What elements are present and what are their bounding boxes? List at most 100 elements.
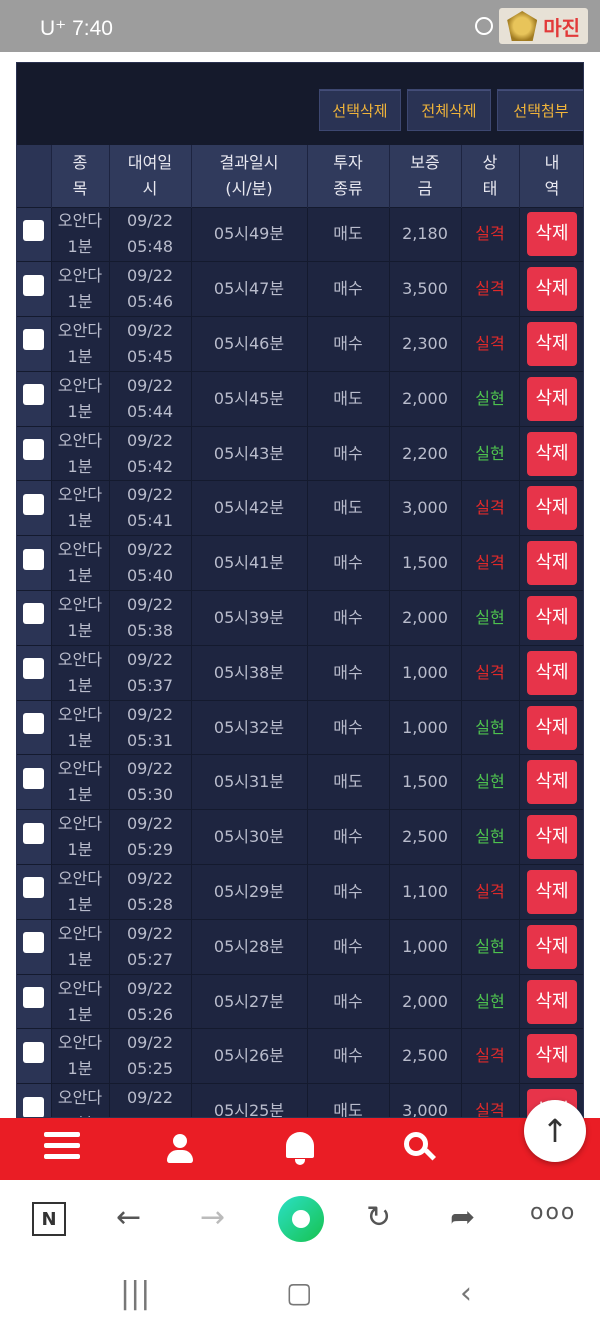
cell-item: 오안다1분: [51, 918, 110, 975]
row-checkbox[interactable]: [23, 384, 45, 406]
cell-detail: 삭제: [519, 206, 583, 262]
cell-status: 실격: [461, 864, 520, 920]
cell-detail: 삭제: [519, 425, 583, 481]
carrier-time: U⁺ 7:40: [40, 17, 113, 40]
row-check-cell: [17, 973, 52, 1029]
table-row: 오안다 1분 09/22 05:28 05시29분 매수 1,100 실격 삭제: [17, 864, 583, 920]
delete-row-button[interactable]: 삭제: [527, 486, 577, 531]
delete-row-button[interactable]: 삭제: [527, 376, 577, 421]
home-icon[interactable]: ▢: [286, 1276, 312, 1309]
row-checkbox[interactable]: [23, 493, 45, 515]
delete-row-button[interactable]: 삭제: [527, 431, 577, 476]
cell-type: 매도: [307, 370, 390, 427]
back-arrow-icon[interactable]: ←: [116, 1200, 141, 1235]
row-checkbox[interactable]: [23, 877, 45, 899]
cell-detail: 삭제: [519, 754, 583, 810]
user-icon[interactable]: [162, 1132, 198, 1166]
row-checkbox[interactable]: [23, 219, 45, 241]
naver-icon[interactable]: N: [32, 1202, 66, 1236]
row-checkbox[interactable]: [23, 767, 45, 789]
cell-type: 매수: [307, 261, 390, 317]
header-check-cell: [17, 145, 52, 207]
delete-row-button[interactable]: 삭제: [527, 924, 577, 969]
column-header-status: 상태: [461, 145, 520, 207]
row-checkbox[interactable]: [23, 713, 45, 735]
row-check-cell: [17, 1083, 52, 1117]
row-checkbox[interactable]: [23, 329, 45, 351]
row-check-cell: [17, 425, 52, 481]
select-delete-button[interactable]: 선택삭제: [319, 89, 401, 131]
row-checkbox[interactable]: [23, 1041, 45, 1063]
delete-row-button[interactable]: 삭제: [527, 541, 577, 586]
delete-row-button[interactable]: 삭제: [527, 267, 577, 312]
cell-item: 오안다1분: [51, 699, 110, 755]
row-checkbox[interactable]: [23, 822, 45, 844]
delete-all-button[interactable]: 전체삭제: [407, 89, 491, 131]
cell-status: 실격: [461, 316, 520, 372]
row-check-cell: [17, 316, 52, 372]
cell-type: 매수: [307, 918, 390, 975]
row-checkbox[interactable]: [23, 1096, 45, 1117]
cell-date: 09/22 05:42: [109, 425, 192, 481]
site-bottom-bar: [0, 1118, 600, 1180]
cell-date: 09/22 05:25: [109, 1028, 192, 1084]
delete-row-button[interactable]: 삭제: [527, 815, 577, 860]
row-checkbox[interactable]: [23, 658, 45, 680]
cell-amount: 1,000: [389, 699, 462, 755]
refresh-icon[interactable]: ↻: [366, 1200, 391, 1235]
delete-row-button[interactable]: 삭제: [527, 595, 577, 640]
row-checkbox[interactable]: [23, 548, 45, 570]
table-header-row: 종목 대여일 시 결과일시 (시/분) 투자 종류 보증 금 상태 내역: [17, 145, 583, 207]
delete-row-button[interactable]: 삭제: [527, 979, 577, 1024]
trade-history-panel: 선택삭제 전체삭제 선택첨부 종목 대여일 시 결과일시 (시/분) 투자 종류 보증…: [16, 62, 584, 1118]
cell-date: 09/22 05:44: [109, 370, 192, 427]
row-checkbox[interactable]: [23, 603, 45, 625]
row-check-cell: [17, 535, 52, 591]
delete-row-button[interactable]: 삭제: [527, 321, 577, 366]
browser-home-icon[interactable]: [278, 1196, 324, 1242]
delete-row-button[interactable]: 삭제: [527, 760, 577, 805]
share-icon[interactable]: ➦: [450, 1200, 475, 1235]
more-icon[interactable]: ooo: [530, 1200, 576, 1225]
row-check-cell: [17, 644, 52, 701]
cell-status: 실격: [461, 261, 520, 317]
cell-type: 매도: [307, 754, 390, 810]
delete-row-button[interactable]: 삭제: [527, 705, 577, 750]
back-icon[interactable]: ‹: [460, 1276, 472, 1311]
delete-row-button[interactable]: 삭제: [527, 1034, 577, 1079]
delete-row-button[interactable]: 삭제: [527, 869, 577, 914]
cell-result: 05시32분: [191, 699, 308, 755]
cell-item: 오안다1분: [51, 1028, 110, 1084]
column-header-date: 대여일 시: [109, 145, 192, 207]
cell-detail: 삭제: [519, 809, 583, 865]
forward-arrow-icon[interactable]: →: [200, 1200, 225, 1235]
menu-icon[interactable]: [44, 1132, 80, 1166]
cell-status: 실격: [461, 1083, 520, 1117]
row-checkbox[interactable]: [23, 932, 45, 954]
row-checkbox[interactable]: [23, 987, 45, 1009]
cell-amount: 2,000: [389, 370, 462, 427]
row-check-cell: [17, 261, 52, 317]
recent-apps-icon[interactable]: |||: [120, 1276, 150, 1311]
cell-amount: 3,000: [389, 1083, 462, 1117]
search-icon[interactable]: [404, 1132, 440, 1166]
cell-amount: 2,000: [389, 590, 462, 646]
delete-row-button[interactable]: 삭제: [527, 212, 577, 257]
cell-amount: 1,000: [389, 918, 462, 975]
row-check-cell: [17, 809, 52, 865]
scroll-to-top-button[interactable]: ↑: [524, 1100, 586, 1162]
cell-item: 오안다1분: [51, 261, 110, 317]
select-attach-button[interactable]: 선택첨부: [497, 89, 583, 131]
bell-icon[interactable]: [282, 1132, 318, 1166]
cell-result: 05시29분: [191, 864, 308, 920]
delete-row-button[interactable]: 삭제: [527, 650, 577, 695]
cell-type: 매수: [307, 699, 390, 755]
row-checkbox[interactable]: [23, 274, 45, 296]
cell-item: 오안다1분: [51, 370, 110, 427]
column-header-item: 종목: [51, 145, 110, 207]
cell-date: 09/22 05:45: [109, 316, 192, 372]
row-checkbox[interactable]: [23, 439, 45, 461]
cell-type: 매수: [307, 1028, 390, 1084]
cell-status: 실현: [461, 918, 520, 975]
cell-detail: 삭제: [519, 261, 583, 317]
